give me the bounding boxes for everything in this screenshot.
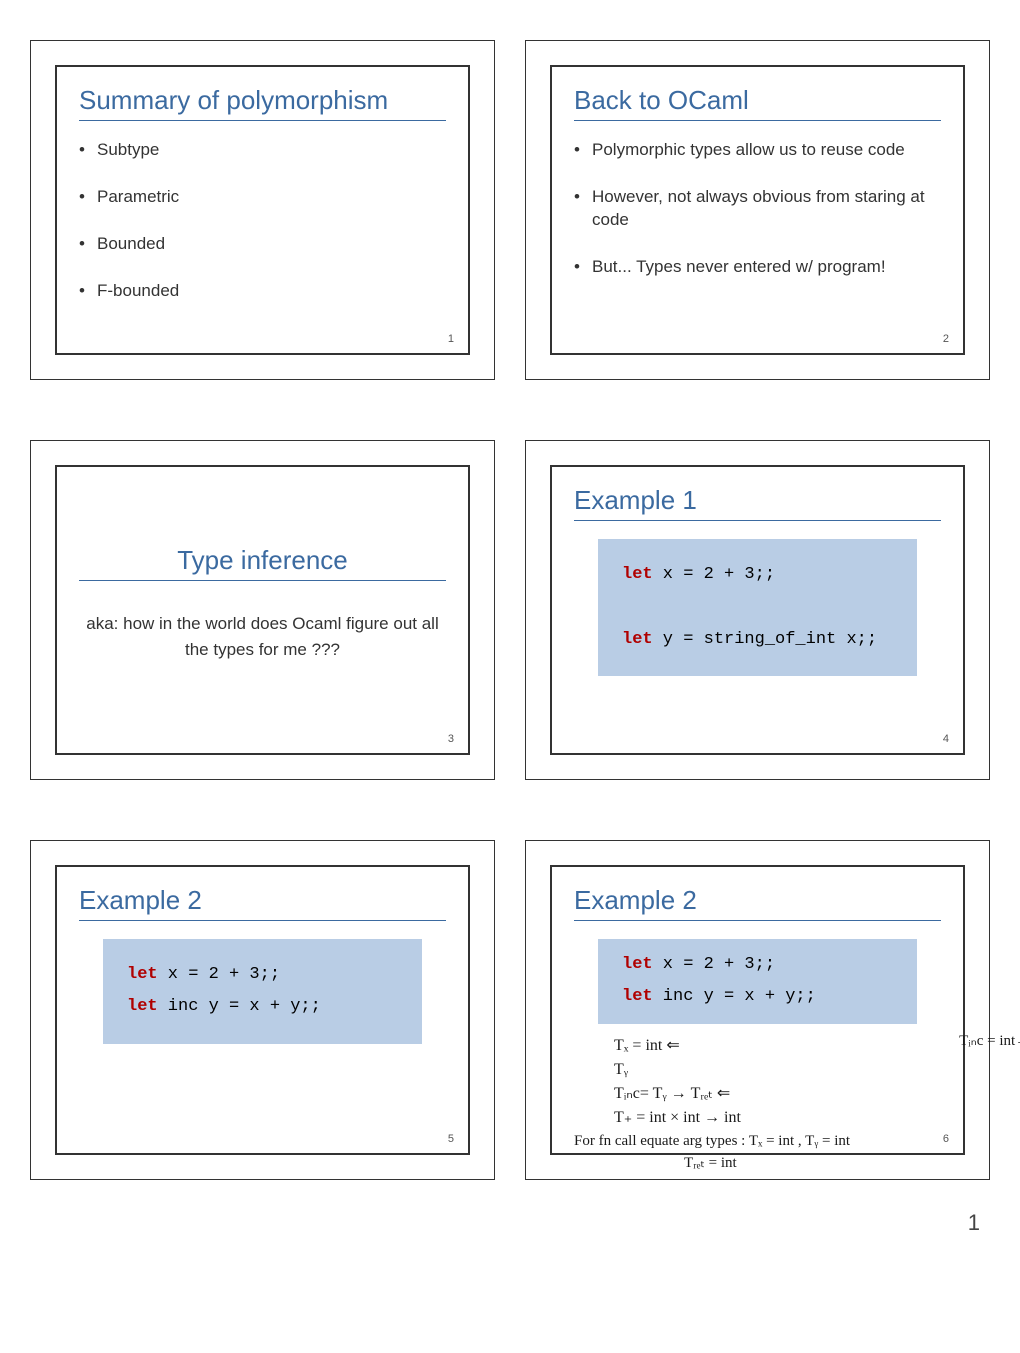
slide-1-bullets: Subtype Parametric Bounded F-bounded	[79, 139, 446, 303]
code-text: x = 2 + 3;;	[653, 955, 775, 974]
slide-4-code: let x = 2 + 3;; let y = string_of_int x;…	[598, 539, 917, 676]
keyword: let	[622, 565, 653, 584]
slide-6-code: let x = 2 + 3;; let inc y = x + y;;	[598, 939, 917, 1024]
bullet: However, not always obvious from staring…	[574, 186, 941, 232]
bullet: Polymorphic types allow us to reuse code	[574, 139, 941, 162]
bullet: Subtype	[79, 139, 446, 162]
keyword: let	[622, 955, 653, 974]
code-text: y = string_of_int x;;	[653, 630, 877, 649]
slide-4-inner: Example 1 let x = 2 + 3;; let y = string…	[550, 465, 965, 755]
bullet: But... Types never entered w/ program!	[574, 256, 941, 279]
slide-1-title: Summary of polymorphism	[79, 85, 446, 121]
bullet: Bounded	[79, 233, 446, 256]
hw-line: Tᵣₑₜ = int	[574, 1152, 941, 1175]
hw-line: Tₓ = int ⇐Tᵢₙc = int→int	[574, 1034, 941, 1058]
slide-2-inner: Back to OCaml Polymorphic types allow us…	[550, 65, 965, 355]
slide-3: Type inference aka: how in the world doe…	[30, 440, 495, 780]
bullet: Parametric	[79, 186, 446, 209]
slide-5-title: Example 2	[79, 885, 446, 921]
bullet: F-bounded	[79, 280, 446, 303]
hw-line: T₊ = int × int → int	[574, 1106, 941, 1130]
slide-6-title: Example 2	[574, 885, 941, 921]
slide-1-number: 1	[448, 333, 454, 345]
keyword: let	[127, 997, 158, 1016]
slide-6-inner: Example 2 let x = 2 + 3;; let inc y = x …	[550, 865, 965, 1155]
slide-6-number: 6	[943, 1133, 949, 1145]
code-text: x = 2 + 3;;	[158, 965, 280, 984]
keyword: let	[127, 965, 158, 984]
hw-line: Tᵧ	[574, 1058, 941, 1082]
slide-3-number: 3	[448, 733, 454, 745]
slide-6: Example 2 let x = 2 + 3;; let inc y = x …	[525, 840, 990, 1180]
slide-2-title: Back to OCaml	[574, 85, 941, 121]
hw-text: Tᵢₙc = int→int	[959, 1030, 1020, 1053]
slide-3-subtext: aka: how in the world does Ocaml figure …	[79, 611, 446, 662]
slide-2-bullets: Polymorphic types allow us to reuse code…	[574, 139, 941, 279]
keyword: let	[622, 987, 653, 1006]
slide-5: Example 2 let x = 2 + 3;; let inc y = x …	[30, 840, 495, 1180]
code-text: x = 2 + 3;;	[653, 565, 775, 584]
slide-1: Summary of polymorphism Subtype Parametr…	[30, 40, 495, 380]
slide-2-number: 2	[943, 333, 949, 345]
slide-4-number: 4	[943, 733, 949, 745]
code-text: inc y = x + y;;	[653, 987, 816, 1006]
code-text: inc y = x + y;;	[158, 997, 321, 1016]
slide-4: Example 1 let x = 2 + 3;; let y = string…	[525, 440, 990, 780]
hw-line: Tᵢₙc= Tᵧ → Tᵣₑₜ ⇐	[574, 1082, 941, 1106]
slide-6-handwriting: Tₓ = int ⇐Tᵢₙc = int→int Tᵧ Tᵢₙc= Tᵧ → T…	[574, 1034, 941, 1175]
slide-5-number: 5	[448, 1133, 454, 1145]
slide-2: Back to OCaml Polymorphic types allow us…	[525, 40, 990, 380]
keyword: let	[622, 630, 653, 649]
slide-5-inner: Example 2 let x = 2 + 3;; let inc y = x …	[55, 865, 470, 1155]
hw-text: Tₓ = int ⇐	[614, 1037, 680, 1054]
slide-3-inner: Type inference aka: how in the world doe…	[55, 465, 470, 755]
slide-1-inner: Summary of polymorphism Subtype Parametr…	[55, 65, 470, 355]
slide-3-title: Type inference	[79, 545, 446, 581]
slide-grid: Summary of polymorphism Subtype Parametr…	[30, 40, 990, 1180]
hw-line: For fn call equate arg types : Tₓ = int …	[574, 1130, 941, 1153]
slide-4-title: Example 1	[574, 485, 941, 521]
slide-5-code: let x = 2 + 3;; let inc y = x + y;;	[103, 939, 422, 1044]
page-number: 1	[30, 1210, 990, 1236]
